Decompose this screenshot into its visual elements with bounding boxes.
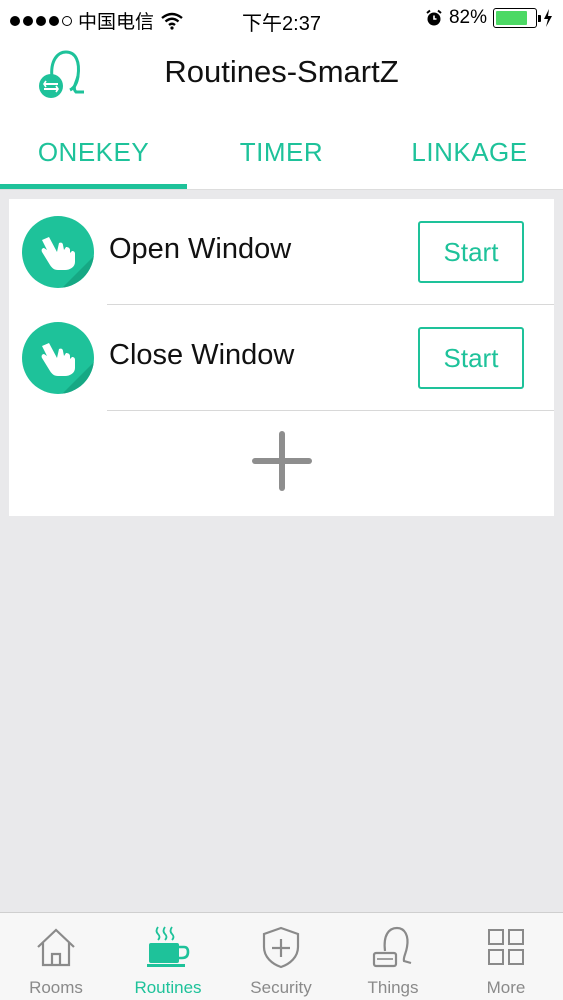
- alarm-icon: [426, 9, 442, 26]
- house-icon: [37, 928, 75, 967]
- list-item[interactable]: Open Window Start: [9, 199, 554, 305]
- nav-item-security[interactable]: Security: [225, 913, 337, 1000]
- divider: [107, 410, 554, 411]
- page-title: Routines-SmartZ: [164, 54, 399, 89]
- status-bar: 中国电信 下午2:37 82%: [0, 0, 563, 36]
- hand-pointer-icon: [22, 322, 94, 394]
- active-tab-indicator: [0, 184, 187, 189]
- list-item[interactable]: Close Window Start: [9, 305, 554, 411]
- nav-item-routines[interactable]: Routines: [112, 913, 224, 1000]
- grid-icon: [488, 929, 524, 965]
- battery-percent: 82%: [448, 7, 487, 28]
- coffee-cup-icon: [147, 926, 190, 967]
- hand-pointer-icon: [22, 216, 94, 288]
- tab-linkage[interactable]: LINKAGE: [376, 114, 563, 190]
- vacuum-icon: [372, 926, 412, 968]
- app-header: Routines-SmartZ: [0, 36, 563, 114]
- status-right: 82%: [425, 7, 553, 29]
- nav-label: Routines: [134, 978, 202, 997]
- nav-label: Rooms: [29, 978, 83, 997]
- shield-plus-icon: [262, 926, 300, 969]
- routine-tabs: ONEKEY TIMER LINKAGE: [0, 114, 563, 190]
- nav-item-things[interactable]: Things: [337, 913, 449, 1000]
- tab-onekey[interactable]: ONEKEY: [0, 114, 187, 190]
- nav-label: Things: [367, 978, 419, 997]
- nav-label: More: [486, 978, 526, 997]
- battery-icon: [493, 8, 541, 28]
- tab-timer[interactable]: TIMER: [188, 114, 375, 190]
- start-button[interactable]: Start: [418, 221, 524, 283]
- nav-label: Security: [250, 978, 312, 997]
- routine-name: Open Window: [109, 233, 292, 265]
- routine-name: Close Window: [109, 339, 295, 371]
- routine-list: Open Window Start Close Window Start: [9, 199, 554, 516]
- nav-item-rooms[interactable]: Rooms: [0, 913, 112, 1000]
- charging-bolt-icon: [544, 9, 552, 27]
- nav-item-more[interactable]: More: [450, 913, 562, 1000]
- bottom-nav: Rooms Routines Security Things More: [0, 912, 563, 1000]
- start-button[interactable]: Start: [418, 327, 524, 389]
- plus-icon[interactable]: [250, 429, 314, 493]
